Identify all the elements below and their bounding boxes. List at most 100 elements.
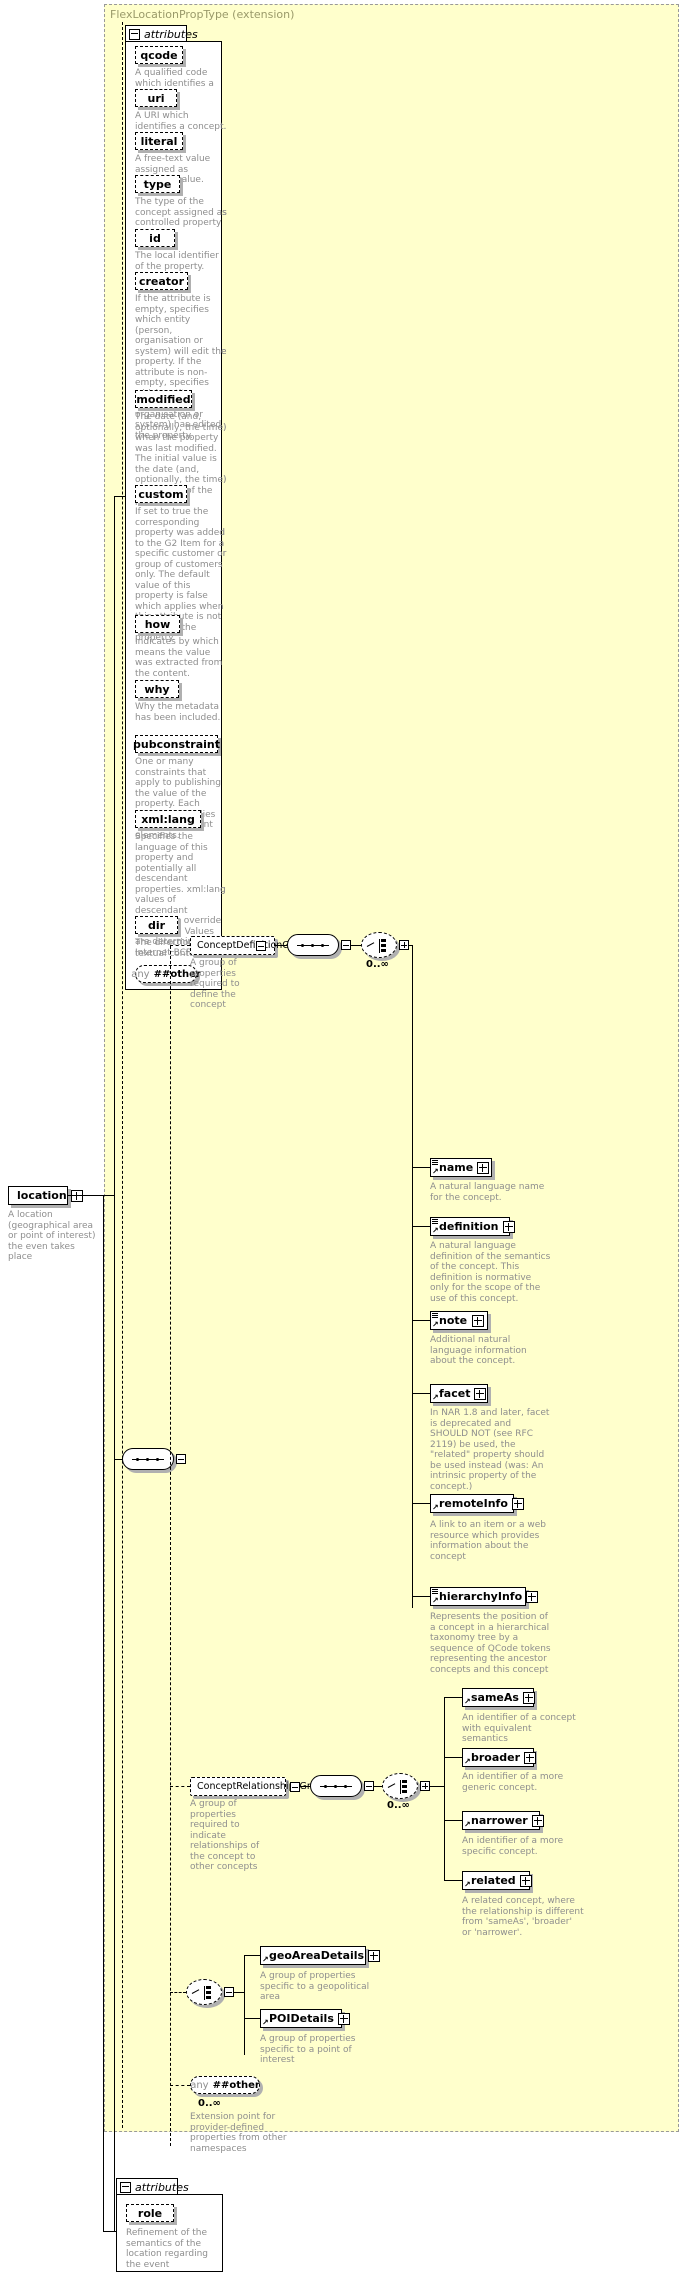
element-facet-ref-arrow-icon: ↗ bbox=[432, 1393, 439, 1402]
extension-any-prefix-label: any bbox=[190, 2079, 209, 2091]
attribute-id-2[interactable]: id bbox=[135, 229, 175, 247]
element-sameas-ref-arrow-icon: ↗ bbox=[464, 1697, 471, 1706]
element-broader-expand-icon[interactable] bbox=[524, 1751, 537, 1764]
attribute-uri-2[interactable]: uri bbox=[135, 89, 177, 107]
element-children-icon bbox=[432, 1160, 438, 1166]
cdg-link-facet bbox=[412, 1393, 430, 1394]
element-broader[interactable]: ↗ broader bbox=[462, 1748, 537, 1767]
element-location[interactable]: location bbox=[8, 1186, 83, 1205]
element-hierarchyinfo-expand-icon[interactable] bbox=[526, 1590, 539, 1603]
details-choice-collapse-icon[interactable] bbox=[224, 1987, 234, 1997]
crg-choice-slash-icon bbox=[388, 1781, 399, 1789]
connector-bottom-attributes-vert bbox=[103, 1195, 104, 2231]
attribute-dir-2[interactable]: dir bbox=[135, 916, 178, 934]
element-hierarchyinfo[interactable]: ↗ hierarchyInfo bbox=[430, 1587, 539, 1606]
element-note-doc: Additional natural language information … bbox=[430, 1335, 527, 1366]
element-geoareadetails-expand-icon[interactable] bbox=[368, 1949, 381, 1962]
attribute-pubconstraint-2[interactable]: pubconstraint bbox=[133, 735, 220, 753]
element-poidetails-ref-arrow-icon: ↗ bbox=[262, 2018, 269, 2027]
cdg-collapse-icon[interactable] bbox=[256, 941, 266, 951]
attribute-role[interactable]: role bbox=[126, 2204, 174, 2222]
element-broader-label: broader bbox=[471, 1751, 521, 1764]
crg-collapse-icon[interactable] bbox=[290, 1782, 300, 1792]
element-poidetails[interactable]: ↗ POIDetails bbox=[260, 2009, 350, 2028]
bottom-attributes-tab-label: attributes bbox=[135, 2180, 189, 2194]
element-hierarchyinfo-label: hierarchyInfo bbox=[439, 1590, 523, 1603]
connector-location-right bbox=[68, 1195, 114, 1196]
element-note-expand-icon[interactable] bbox=[472, 1314, 484, 1327]
element-sameas-expand-icon[interactable] bbox=[522, 1691, 535, 1704]
element-sameas[interactable]: ↗ sameAs bbox=[462, 1688, 535, 1707]
element-name-expand-icon[interactable] bbox=[477, 1161, 490, 1174]
crg-seq-collapse-icon[interactable] bbox=[364, 1781, 374, 1791]
element-facet-expand-icon[interactable] bbox=[474, 1387, 487, 1400]
element-name[interactable]: ↗ name bbox=[430, 1158, 492, 1177]
attribute-literal-2[interactable]: literal bbox=[135, 132, 183, 150]
element-broader-doc: An identifier of a more generic concept. bbox=[462, 1772, 564, 1793]
attribute-why-2[interactable]: why bbox=[135, 680, 179, 698]
attributes-any-other-2[interactable]: any ##other bbox=[131, 965, 201, 983]
element-poidetails-expand-icon[interactable] bbox=[337, 2012, 350, 2025]
element-remoteinfo-expand-icon[interactable] bbox=[511, 1497, 524, 1510]
element-definition-expand-icon[interactable] bbox=[502, 1220, 515, 1233]
cdg-link-remoteinfo bbox=[412, 1503, 430, 1504]
crg-choice-node[interactable] bbox=[382, 1773, 418, 1799]
element-narrower-label: narrower bbox=[471, 1814, 528, 1827]
cdg-link-definition bbox=[412, 1226, 430, 1227]
group-concept-relationships[interactable]: ConceptRelationshipsGroup bbox=[190, 1777, 328, 1796]
sequence-collapse-icon[interactable] bbox=[176, 1454, 186, 1464]
schema-diagram-canvas: FlexLocationPropType (extension) attribu… bbox=[0, 0, 687, 2289]
element-related[interactable]: ↗ related bbox=[462, 1871, 532, 1890]
element-geoareadetails[interactable]: ↗ geoAreaDetails bbox=[260, 1946, 381, 1965]
cdg-choice-slash-icon bbox=[367, 940, 378, 948]
attribute-type-2[interactable]: type bbox=[135, 175, 180, 193]
attribute-creator-2[interactable]: creator bbox=[135, 272, 188, 290]
crg-link-related bbox=[444, 1880, 462, 1881]
element-name-label: name bbox=[439, 1161, 474, 1174]
element-definition[interactable]: ↗ definition bbox=[430, 1217, 515, 1236]
crg-multiplicity: 0..∞ bbox=[387, 1800, 410, 1811]
element-hierarchyinfo-doc: Represents the position of a concept in … bbox=[430, 1612, 551, 1675]
cdg-choice-collapse-icon[interactable] bbox=[399, 940, 409, 950]
attribute-how-2[interactable]: how bbox=[135, 615, 180, 633]
details-branch-spine bbox=[244, 1955, 245, 2055]
element-geoareadetails-doc: A group of properties specific to a geop… bbox=[260, 1971, 370, 2002]
element-definition-ref-arrow-icon: ↗ bbox=[432, 1226, 439, 1235]
attribute-custom-2[interactable]: custom bbox=[135, 485, 187, 503]
cdg-sequence-node[interactable] bbox=[287, 934, 339, 956]
element-remoteinfo[interactable]: ↗ remoteInfo bbox=[430, 1494, 524, 1513]
attribute-pubconstraint-doc-2: One or many constraints that apply to pu… bbox=[135, 757, 221, 841]
bottom-attributes-panel-tab[interactable]: attributes bbox=[116, 2178, 189, 2195]
details-choice-bars-icon bbox=[204, 1986, 212, 2000]
element-related-expand-icon[interactable] bbox=[519, 1874, 532, 1887]
crg-sequence-dots-icon bbox=[320, 1784, 352, 1788]
branch-spine bbox=[170, 946, 171, 2146]
element-narrower[interactable]: ↗ narrower bbox=[462, 1811, 544, 1830]
element-ref-arrow-icon: ↗ bbox=[432, 1167, 439, 1176]
attribute-xml-lang-2[interactable]: xml:lang bbox=[135, 810, 201, 828]
cdg-link-name bbox=[412, 1167, 430, 1168]
extension-any-other[interactable]: any ##other bbox=[190, 2076, 260, 2094]
element-narrower-doc: An identifier of a more specific concept… bbox=[462, 1836, 564, 1857]
element-hierarchyinfo-ref-arrow-icon: ↗ bbox=[432, 1596, 439, 1605]
element-location-label: location bbox=[17, 1189, 67, 1202]
element-narrower-expand-icon[interactable] bbox=[531, 1814, 544, 1827]
attribute-how-doc-2: Indicates by which means the value was e… bbox=[135, 637, 223, 679]
crg-sequence-node[interactable] bbox=[310, 1775, 362, 1797]
cdg-spine-up bbox=[412, 945, 413, 1167]
crg-spine-down bbox=[444, 1786, 445, 1880]
details-choice-node[interactable] bbox=[186, 1979, 222, 2005]
attribute-modified-2[interactable]: modified bbox=[135, 390, 192, 408]
attribute-qcode-2[interactable]: qcode bbox=[135, 46, 183, 64]
element-sameas-doc: An identifier of a concept with equivale… bbox=[462, 1713, 576, 1744]
element-remoteinfo-ref-arrow-icon: ↗ bbox=[432, 1503, 439, 1512]
connector-crg-choice bbox=[374, 1786, 382, 1787]
sequence-node-main[interactable] bbox=[122, 1448, 174, 1470]
element-note[interactable]: ↗ note bbox=[430, 1311, 488, 1330]
connector-to-cdg bbox=[170, 945, 190, 946]
cdg-seq-collapse-icon[interactable] bbox=[341, 940, 351, 950]
crg-choice-collapse-icon[interactable] bbox=[420, 1781, 430, 1791]
element-facet[interactable]: ↗ facet bbox=[430, 1384, 488, 1403]
cdg-choice-node[interactable] bbox=[361, 932, 397, 958]
bottom-collapse-minus-icon[interactable] bbox=[120, 2181, 131, 2193]
